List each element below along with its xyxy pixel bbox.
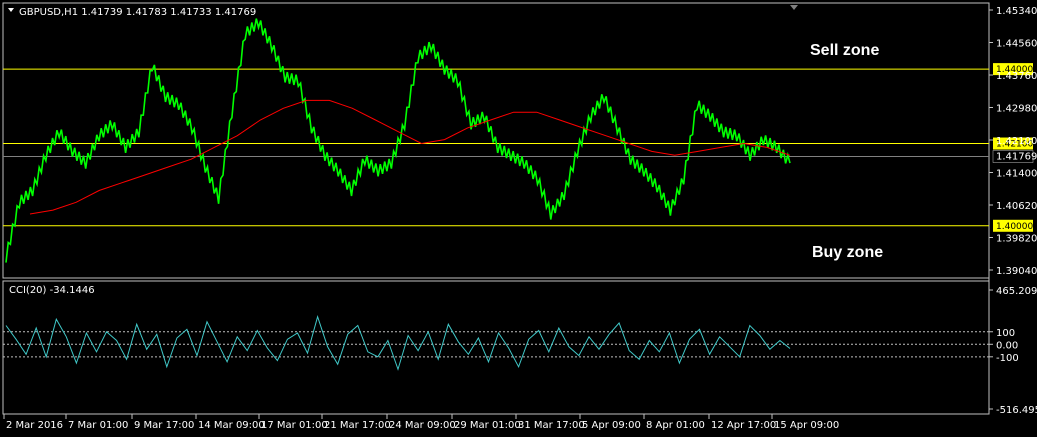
y-tick-label-8: 1.39040 <box>996 266 1037 277</box>
x-tick-label-3: 14 Mar 09:00 <box>198 420 265 431</box>
chart: GBPUSD,H1 1.41739 1.41783 1.41733 1.4176… <box>2 2 1037 431</box>
x-tick-label-10: 8 Apr 01:00 <box>646 420 705 431</box>
cci-panel <box>2 280 990 415</box>
cci-tick-label-4: -516.4956 <box>996 405 1037 416</box>
cci-tick-label-2: 0.00 <box>996 340 1018 351</box>
y-tick-label-3: 1.42980 <box>996 104 1037 115</box>
y-tick-label-4: 1.42100 <box>996 136 1037 147</box>
current-price-label: 1.41769 <box>996 151 1037 162</box>
cci-header: CCI(20) -34.1446 <box>9 285 95 296</box>
x-tick-label-1: 7 Mar 01:00 <box>68 420 128 431</box>
sell-zone-label: Sell zone <box>810 42 879 59</box>
x-tick-label-2: 9 Mar 17:00 <box>134 420 194 431</box>
y-axis: 1.440001.421001.400001.417691.453401.445… <box>989 6 1037 277</box>
x-tick-label-6: 24 Mar 09:00 <box>389 420 456 431</box>
x-tick-label-8: 31 Mar 17:00 <box>518 420 585 431</box>
y-tick-label-1: 1.44560 <box>996 39 1037 50</box>
x-tick-label-4: 17 Mar 01:00 <box>261 420 328 431</box>
x-tick-label-11: 12 Apr 17:00 <box>711 420 776 431</box>
y-tick-label-6: 1.40620 <box>996 201 1037 212</box>
x-tick-label-0: 2 Mar 2016 <box>6 420 63 431</box>
price-header: GBPUSD,H1 1.41739 1.41783 1.41733 1.4176… <box>19 7 256 18</box>
x-tick-label-12: 15 Apr 09:00 <box>774 420 839 431</box>
x-tick-label-5: 21 Mar 17:00 <box>324 420 391 431</box>
buy-zone-label: Buy zone <box>812 244 883 261</box>
y-tick-label-0: 1.45340 <box>996 6 1037 17</box>
y-tick-label-7: 1.39820 <box>996 234 1037 245</box>
y-tick-label-5: 1.41400 <box>996 169 1037 180</box>
x-axis: 2 Mar 2016 7 Mar 01:00 9 Mar 17:00 14 Mar 0… <box>3 414 839 431</box>
y-tick-label-2: 1.43760 <box>996 71 1037 82</box>
cci-tick-label-1: 100 <box>996 328 1015 339</box>
x-tick-label-9: 5 Apr 09:00 <box>582 420 641 431</box>
x-tick-label-7: 29 Mar 01:00 <box>454 420 521 431</box>
cci-axis: 465.2099 1000.00 -100 -516.4956 <box>989 286 1037 416</box>
level-tag-label-2: 1.40000 <box>996 222 1033 232</box>
cci-tick-label-0: 465.2099 <box>996 286 1037 297</box>
cci-tick-label-3: -100 <box>996 353 1019 364</box>
